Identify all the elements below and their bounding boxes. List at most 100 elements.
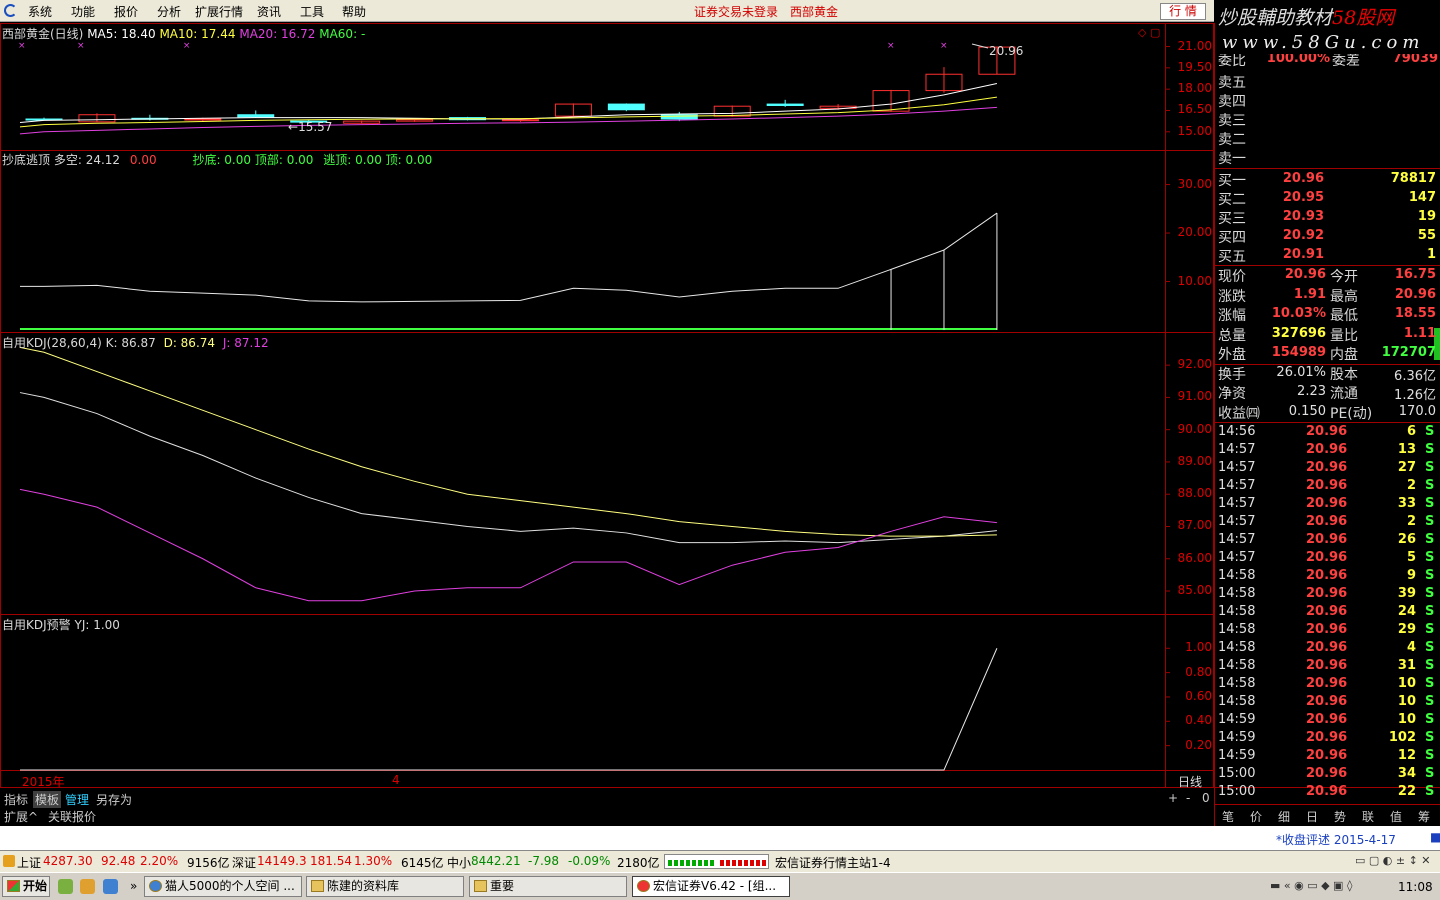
y-tick-label: 18.00 [1177, 81, 1212, 96]
kdj-line-J [19, 488, 997, 602]
quicklaunch-more-icon[interactable]: » [130, 879, 137, 893]
tick-volume: 39 [1397, 586, 1416, 601]
sh-index-change: 92.48 [101, 854, 136, 868]
bottom-toolbar [0, 788, 1214, 824]
menu-ext-market[interactable]: 扩展行情 [195, 3, 243, 20]
y-tick-label: 16.50 [1177, 102, 1212, 117]
quote-value: 10.03% [1271, 306, 1326, 321]
tab-expand[interactable]: 扩展^ [4, 808, 38, 825]
quote-label: 换手 [1218, 366, 1246, 383]
tick-price: 20.96 [1306, 568, 1348, 583]
kdj-panel-title: 自用KDJ(28,60,4) K: 86.87 D: 86.74 J: 87.1… [2, 336, 269, 350]
tick-side: S [1425, 622, 1435, 637]
zoom-out-button[interactable]: - [1186, 791, 1190, 805]
login-status[interactable]: 证券交易未登录 [694, 3, 778, 20]
tick-side: S [1425, 658, 1435, 673]
right-tab[interactable]: 联 [1362, 808, 1374, 825]
sz-index-label: 深证 [232, 856, 257, 870]
menu-help[interactable]: 帮助 [342, 3, 366, 20]
quote-label: 内盘 [1330, 347, 1358, 363]
quote-value: 1.91 [1293, 286, 1326, 302]
quote-label: 净资 [1218, 386, 1246, 402]
zx-index-amount: 2180亿 [617, 856, 660, 870]
tick-price: 20.96 [1306, 532, 1348, 547]
y-tick-label: 91.00 [1177, 389, 1212, 404]
right-tab[interactable]: 日 [1306, 808, 1318, 825]
tick-volume: 4 [1406, 640, 1416, 655]
candle-body [184, 118, 222, 121]
taskbar-item-app[interactable]: 宏信证券V6.42 - [组... [632, 876, 790, 897]
panel-options-icon[interactable]: ◇ ▢ [1138, 26, 1160, 39]
bid-volume: 55 [1417, 228, 1436, 243]
tick-volume: 33 [1397, 496, 1416, 511]
menu-quote[interactable]: 报价 [114, 3, 138, 20]
tray-icons[interactable]: ▬ « ◉ ▭ ◆ ▣ ◊ [1270, 879, 1352, 892]
taskbar-item-folder-2[interactable]: 重要 [469, 876, 627, 897]
menu-tools[interactable]: 工具 [300, 3, 324, 20]
tab-related-quote[interactable]: 关联报价 [48, 808, 96, 825]
bid-price: 20.95 [1282, 190, 1324, 205]
tick-time: 14:59 [1218, 748, 1256, 763]
bid-label: 买二 [1218, 192, 1246, 208]
tick-price: 20.96 [1306, 460, 1348, 475]
right-tab[interactable]: 价 [1250, 808, 1262, 825]
tick-side: S [1425, 532, 1435, 547]
tick-time: 14:58 [1218, 694, 1256, 709]
tick-price: 20.96 [1306, 514, 1348, 529]
quote-label: 外盘 [1218, 347, 1246, 363]
zoom-reset-button[interactable]: 0 [1202, 791, 1210, 805]
tick-price: 20.96 [1306, 766, 1348, 781]
quicklaunch-icon-2[interactable] [80, 879, 95, 894]
tick-price: 20.96 [1306, 496, 1348, 511]
tick-volume: 13 [1397, 442, 1416, 457]
right-tab[interactable]: 势 [1334, 808, 1346, 825]
quote-value: 16.75 [1394, 267, 1436, 282]
quote-value: 6.36亿 [1394, 368, 1436, 384]
tick-price: 20.96 [1306, 730, 1348, 745]
quote-label: 最低 [1330, 308, 1358, 324]
zx-index-change: -7.98 [528, 854, 560, 868]
zoom-in-button[interactable]: + [1168, 791, 1178, 805]
right-tab[interactable]: 细 [1278, 808, 1290, 825]
tab-indicator[interactable]: 指标 [4, 791, 28, 808]
right-tab[interactable]: 值 [1390, 808, 1402, 825]
taskbar-item-browser[interactable]: 猫人5000的个人空间 ... [144, 876, 302, 897]
tick-price: 20.96 [1306, 478, 1348, 493]
app-icon[interactable] [4, 4, 17, 17]
tick-volume: 10 [1397, 694, 1416, 709]
menu-stock-name: 西部黄金 [790, 5, 839, 19]
quote-label: 量比 [1330, 327, 1358, 344]
quicklaunch-icon-1[interactable] [58, 879, 73, 894]
sz-index-change: 181.54 [310, 854, 352, 868]
limit-up-marker: × [940, 41, 948, 51]
y-tick-label: 0.80 [1185, 664, 1212, 679]
right-tab[interactable]: 笔 [1222, 808, 1234, 825]
candle-body [501, 119, 539, 122]
menu-info[interactable]: 资讯 [257, 3, 281, 20]
tick-volume: 10 [1397, 676, 1416, 691]
news-headline[interactable]: *收盘评述 2015-4-17 [1276, 831, 1396, 848]
tick-time: 14:58 [1218, 568, 1256, 583]
news-more-icon[interactable]: ■ [1430, 830, 1440, 844]
y-tick-label: 21.00 [1177, 38, 1212, 53]
taskbar-item-folder-1[interactable]: 陈建的资料库 [306, 876, 464, 897]
start-button[interactable]: 开始 [2, 876, 50, 897]
quote-value: 2.23 [1297, 384, 1326, 399]
right-tab[interactable]: 筹 [1418, 808, 1430, 825]
tick-side: S [1425, 712, 1435, 727]
tab-manage[interactable]: 管理 [65, 791, 89, 808]
menu-function[interactable]: 功能 [71, 3, 95, 20]
menu-system[interactable]: 系统 [28, 3, 52, 20]
quote-label: 涨跌 [1218, 288, 1246, 305]
y-tick-label: 88.00 [1177, 486, 1212, 501]
tick-side: S [1425, 424, 1435, 439]
sh-index-value: 4287.30 [43, 854, 93, 868]
market-button[interactable]: 行 情 [1160, 3, 1206, 20]
candle-body [660, 114, 698, 120]
quicklaunch-icon-3[interactable] [103, 879, 118, 894]
tab-save-as[interactable]: 另存为 [96, 791, 132, 808]
tick-volume: 22 [1397, 784, 1416, 799]
menu-analysis[interactable]: 分析 [157, 3, 181, 20]
quote-value: 1.26亿 [1394, 388, 1436, 403]
tab-template[interactable]: 模板 [33, 791, 62, 808]
